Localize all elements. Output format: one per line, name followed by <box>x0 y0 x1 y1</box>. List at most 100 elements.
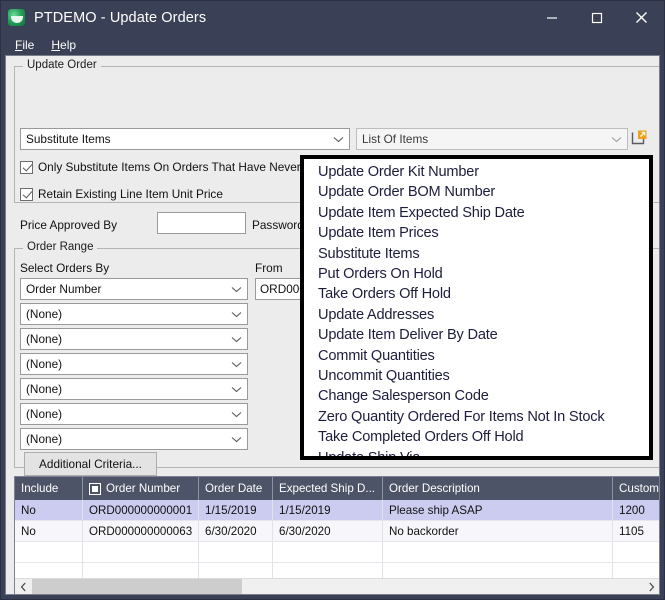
column-picker-icon[interactable] <box>89 482 101 495</box>
criteria-combo-4[interactable]: (None) <box>20 378 248 400</box>
cell-order-number[interactable]: ORD000000000063 <box>83 521 199 542</box>
grid-col-order-date-label: Order Date <box>205 482 263 495</box>
dropdown-item[interactable]: Update Ship Via <box>318 448 649 456</box>
grid-col-expected-ship-date[interactable]: Expected Ship D... <box>273 477 383 500</box>
order-range-group-title: Order Range <box>23 241 98 253</box>
application-window: PTDEMO - Update Orders File Help Update … <box>0 0 665 600</box>
dropdown-item[interactable]: Update Item Deliver By Date <box>318 325 649 345</box>
grid-header-row: Include Order Number Order Date Expected… <box>15 477 659 500</box>
window-controls <box>529 1 664 34</box>
minimize-icon[interactable] <box>529 1 574 34</box>
criteria-combo-3-value: (None) <box>26 357 63 371</box>
grid-col-include-label: Include <box>21 482 59 495</box>
criteria-combo-1[interactable]: (None) <box>20 303 248 325</box>
shield-icon <box>8 9 25 26</box>
additional-criteria-button[interactable]: Additional Criteria... <box>24 452 157 476</box>
select-orders-by-label: Select Orders By <box>20 261 110 275</box>
table-row[interactable]: No ORD000000000063 6/30/2020 6/30/2020 N… <box>15 521 659 542</box>
criteria-combo-0[interactable]: Order Number <box>20 278 248 300</box>
cell-customer-number[interactable]: 1105 <box>613 521 659 542</box>
dropdown-item[interactable]: Take Orders Off Hold <box>318 284 649 304</box>
dropdown-item[interactable]: Change Salesperson Code <box>318 386 649 406</box>
cell-order-description[interactable] <box>383 542 613 563</box>
grid-col-order-description[interactable]: Order Description <box>383 477 613 500</box>
criteria-combo-5[interactable]: (None) <box>20 403 248 425</box>
table-row[interactable] <box>15 542 659 563</box>
checkbox-only-substitute-label: Only Substitute Items On Orders That Hav… <box>38 160 332 174</box>
window-title: PTDEMO - Update Orders <box>34 9 207 26</box>
grid-col-customer-number[interactable]: Customer Num. <box>613 477 659 500</box>
update-action-combo[interactable]: Substitute Items <box>20 128 350 150</box>
criteria-combo-4-value: (None) <box>26 382 63 396</box>
checkbox-only-substitute-box[interactable] <box>20 160 33 174</box>
cell-include[interactable]: No <box>15 521 83 542</box>
price-approved-by-input[interactable] <box>157 212 246 234</box>
dropdown-item[interactable]: Update Addresses <box>318 305 649 325</box>
close-icon[interactable] <box>619 1 664 34</box>
menu-item-help[interactable]: Help <box>47 37 89 53</box>
grid-col-order-date[interactable]: Order Date <box>199 477 273 500</box>
cell-expected-ship-date[interactable]: 6/30/2020 <box>273 521 383 542</box>
cell-order-description[interactable]: Please ship ASAP <box>383 500 613 521</box>
dropdown-item[interactable]: Commit Quantities <box>318 346 649 366</box>
orders-grid[interactable]: Include Order Number Order Date Expected… <box>14 476 659 595</box>
dropdown-item[interactable]: Update Order Kit Number <box>318 162 649 182</box>
dropdown-item[interactable]: Update Order BOM Number <box>318 182 649 202</box>
chevron-down-icon <box>231 354 242 374</box>
cell-expected-ship-date[interactable] <box>273 542 383 563</box>
update-action-combo-value: Substitute Items <box>26 132 111 146</box>
dropdown-item[interactable]: Update Item Prices <box>318 223 649 243</box>
checkbox-only-substitute[interactable]: Only Substitute Items On Orders That Hav… <box>20 160 332 174</box>
chevron-left-icon[interactable] <box>15 579 32 595</box>
cell-customer-number[interactable]: 1200 <box>613 500 659 521</box>
grid-col-order-number-label: Order Number <box>106 482 181 495</box>
chevron-down-icon <box>231 329 242 349</box>
cell-expected-ship-date[interactable]: 1/15/2019 <box>273 500 383 521</box>
cell-order-description[interactable]: No backorder <box>383 521 613 542</box>
cell-customer-number[interactable] <box>613 542 659 563</box>
maximize-icon[interactable] <box>574 1 619 34</box>
cell-include[interactable]: No <box>15 500 83 521</box>
update-action-dropdown-list[interactable]: Update Order Kit Number Update Order BOM… <box>300 155 653 460</box>
table-row[interactable]: No ORD000000000001 1/15/2019 1/15/2019 P… <box>15 500 659 521</box>
criteria-combo-2[interactable]: (None) <box>20 328 248 350</box>
cell-order-date[interactable]: 1/15/2019 <box>199 500 273 521</box>
cell-order-number[interactable] <box>83 542 199 563</box>
chevron-right-icon[interactable] <box>643 579 659 595</box>
cell-order-date[interactable] <box>199 542 273 563</box>
cell-order-date[interactable]: 6/30/2020 <box>199 521 273 542</box>
dropdown-item[interactable]: Substitute Items <box>318 244 649 264</box>
from-label: From <box>255 261 283 275</box>
update-order-group-title: Update Order <box>23 59 101 71</box>
grid-col-include[interactable]: Include <box>15 477 83 500</box>
menu-item-file-label: ile <box>22 37 35 52</box>
chevron-down-icon <box>231 404 242 424</box>
grid-horizontal-scrollbar[interactable] <box>15 578 659 595</box>
dropdown-item[interactable]: Put Orders On Hold <box>318 264 649 284</box>
chevron-down-icon <box>231 379 242 399</box>
checkbox-retain-unit-price[interactable]: Retain Existing Line Item Unit Price <box>20 187 223 201</box>
menu-bar: File Help <box>1 34 664 55</box>
checkbox-retain-unit-price-label: Retain Existing Line Item Unit Price <box>38 187 223 201</box>
dropdown-item[interactable]: Take Completed Orders Off Hold <box>318 427 649 447</box>
grid-col-order-description-label: Order Description <box>389 482 480 495</box>
scrollbar-thumb[interactable] <box>32 578 242 594</box>
criteria-combo-3[interactable]: (None) <box>20 353 248 375</box>
open-in-new-window-icon[interactable] <box>631 129 648 146</box>
cell-order-number[interactable]: ORD000000000001 <box>83 500 199 521</box>
dropdown-item[interactable]: Update Item Expected Ship Date <box>318 203 649 223</box>
criteria-combo-6[interactable]: (None) <box>20 428 248 450</box>
scrollbar-track[interactable] <box>32 578 643 594</box>
grid-col-order-number[interactable]: Order Number <box>83 477 199 500</box>
chevron-down-icon <box>333 129 344 149</box>
dropdown-item[interactable]: Uncommit Quantities <box>318 366 649 386</box>
checkbox-retain-unit-price-box[interactable] <box>20 187 33 201</box>
cell-include[interactable] <box>15 542 83 563</box>
chevron-down-icon <box>611 129 622 149</box>
grid-col-customer-number-label: Customer Num. <box>619 482 659 495</box>
dropdown-item[interactable]: Zero Quantity Ordered For Items Not In S… <box>318 407 649 427</box>
list-of-items-combo[interactable]: List Of Items <box>356 128 628 150</box>
menu-item-help-label: elp <box>60 37 77 52</box>
grid-col-expected-ship-date-label: Expected Ship D... <box>279 482 376 495</box>
menu-item-file[interactable]: File <box>11 37 47 53</box>
